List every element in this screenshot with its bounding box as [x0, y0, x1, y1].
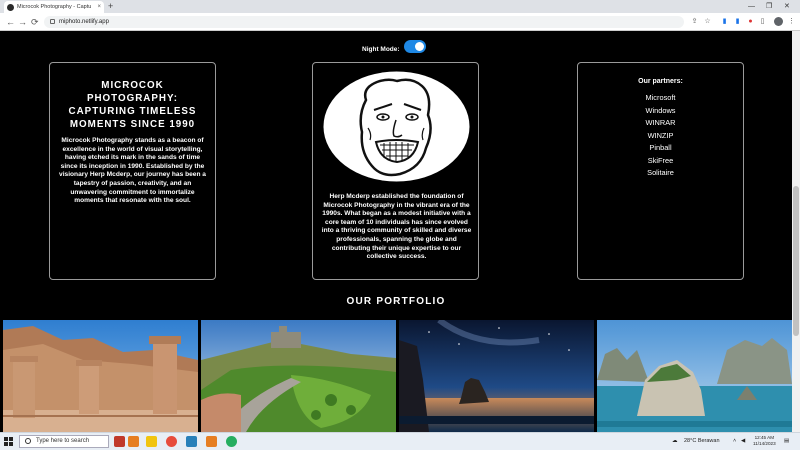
taskbar-search-placeholder: Type here to search — [36, 438, 90, 444]
taskbar-app-3-icon[interactable] — [166, 436, 177, 447]
about-card: MICROCOK PHOTOGRAPHY: CAPTURING TIMELESS… — [49, 62, 216, 280]
maximize-button[interactable]: ❐ — [766, 0, 772, 13]
bookmark-star-icon[interactable]: ☆ — [703, 17, 712, 26]
night-mode-label: Night Mode: — [362, 45, 400, 53]
portfolio-photo-night-sea[interactable] — [399, 320, 594, 432]
file-explorer-icon[interactable] — [146, 436, 157, 447]
clock-date: 11/14/2023 — [753, 441, 776, 446]
about-heading: MICROCOK PHOTOGRAPHY: CAPTURING TIMELESS… — [68, 80, 197, 130]
menu-icon[interactable]: ⋮ — [787, 17, 796, 26]
taskbar-clock[interactable]: 12:45 AM 11/14/2023 — [753, 435, 776, 447]
scrollbar-thumb[interactable] — [793, 186, 799, 336]
about-text: Microcok Photography stands as a beacon … — [59, 137, 206, 205]
search-icon — [25, 438, 31, 444]
browser-tab-bar: Microcok Photography - Captu × + — ❐ ✕ — [0, 0, 800, 13]
windows-taskbar: Type here to search ☁ 28°C Berawan ˄ ◀ 1… — [0, 432, 800, 450]
founder-face-image — [322, 70, 471, 183]
tray-expand-icon[interactable]: ˄ — [733, 433, 736, 450]
volume-icon[interactable]: ◀ — [741, 433, 745, 450]
partner-item: Solitaire — [647, 168, 674, 177]
share-icon[interactable]: ⇪ — [690, 17, 699, 26]
side-panel-icon[interactable]: ▯ — [758, 17, 767, 26]
page-content: Night Mode: MICROCOK PHOTOGRAPHY: CAPTUR… — [0, 31, 792, 432]
url-text: miphoto.netlify.app — [59, 19, 109, 25]
page-scrollbar[interactable] — [792, 31, 800, 432]
extension-icon[interactable]: ▮ — [720, 17, 729, 26]
partner-item: WINRAR — [645, 118, 676, 127]
profile-avatar[interactable] — [774, 17, 783, 26]
toggle-knob — [414, 42, 424, 51]
tab-close-icon[interactable]: × — [97, 4, 101, 10]
portfolio-photo-ruins[interactable] — [3, 320, 198, 432]
windows-start-icon[interactable] — [4, 437, 14, 447]
night-mode-toggle[interactable] — [403, 40, 426, 53]
favicon-icon — [7, 3, 14, 11]
partner-item: Microsoft — [645, 93, 676, 102]
reload-button[interactable]: ⟳ — [31, 16, 39, 28]
founder-card: Herp Mcderp established the foundation o… — [312, 62, 479, 280]
close-window-button[interactable]: ✕ — [784, 0, 790, 13]
partner-item: Windows — [645, 105, 676, 115]
back-button[interactable]: ← — [6, 16, 15, 28]
tab-title: Microcok Photography - Captu — [17, 4, 92, 10]
portfolio-title: OUR PORTFOLIO — [346, 296, 446, 307]
address-bar[interactable]: miphoto.netlify.app — [44, 16, 684, 28]
portfolio-photo-karst[interactable] — [597, 320, 792, 432]
extension-3-icon[interactable]: ● — [746, 17, 755, 26]
new-tab-button[interactable]: + — [108, 1, 113, 12]
partners-card: Our partners: Microsoft Windows WINRAR W… — [577, 62, 744, 280]
browser-tab[interactable]: Microcok Photography - Captu × — [4, 1, 104, 13]
taskbar-search-box[interactable]: Type here to search — [19, 435, 109, 448]
chrome-icon[interactable] — [226, 436, 237, 447]
weather-text[interactable]: 28°C Berawan — [684, 433, 720, 450]
founder-text: Herp Mcderp established the foundation o… — [321, 193, 472, 261]
browser-toolbar: ← → ⟳ miphoto.netlify.app ⇪ ☆ ▮ ▮ ● ▯ ⋮ — [0, 13, 800, 31]
night-mode-control: Night Mode: — [362, 40, 426, 53]
extension-2-icon[interactable]: ▮ — [733, 17, 742, 26]
lock-icon — [50, 19, 55, 24]
portfolio-photo-castle[interactable] — [201, 320, 396, 432]
partner-item: SkiFree — [647, 155, 674, 165]
minimize-button[interactable]: — — [748, 0, 755, 13]
weather-icon[interactable]: ☁ — [672, 433, 678, 450]
forward-button[interactable]: → — [18, 16, 27, 28]
partner-item: WINZIP — [647, 130, 674, 140]
taskbar-app-icon[interactable] — [114, 436, 125, 447]
notification-icon[interactable]: ▤ — [784, 433, 789, 450]
partners-heading: Our partners: — [638, 78, 683, 85]
vlc-icon[interactable] — [206, 436, 217, 447]
taskbar-app-4-icon[interactable] — [186, 436, 197, 447]
partner-item: Pinball — [649, 143, 672, 152]
taskbar-app-2-icon[interactable] — [128, 436, 139, 447]
partners-list: Microsoft Windows WINRAR WINZIP Pinball … — [578, 92, 743, 180]
